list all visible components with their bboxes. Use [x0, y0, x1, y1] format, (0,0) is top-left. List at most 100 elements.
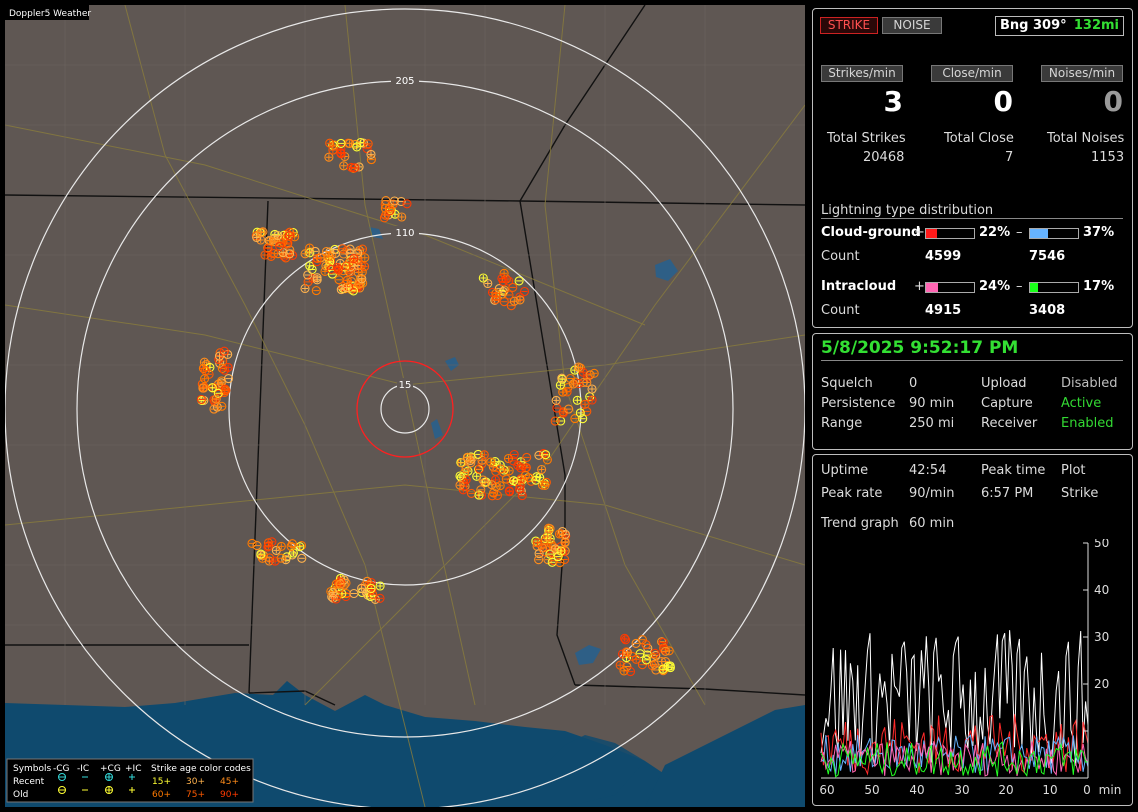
legend-age-30: 30+ [186, 777, 205, 787]
squelch-label: Squelch [821, 376, 873, 391]
ic-neg-count: 3408 [1029, 303, 1066, 318]
squelch-value: 0 [909, 376, 918, 391]
cg-neg-percent: 37% [1083, 225, 1115, 240]
persistence-label: Persistence [821, 396, 896, 411]
total-close-value: 7 [1005, 150, 1014, 165]
x-unit: min [1099, 783, 1122, 797]
receiver-value: Enabled [1061, 416, 1114, 431]
peak-rate-label: Peak rate [821, 486, 883, 501]
capture-value: Active [1061, 396, 1102, 411]
y-tick-30: 30 [1094, 630, 1109, 644]
ic-pos-bar [925, 282, 975, 293]
total-strikes-label: Total Strikes [827, 131, 906, 146]
distance-value: 132mi [1073, 18, 1119, 33]
cg-pos-percent: 22% [979, 225, 1011, 240]
x-tick-20: 20 [998, 783, 1013, 797]
cg-pos-fill [926, 229, 937, 238]
cg-count-label: Count [821, 249, 860, 264]
peak-time-value: 6:57 PM [981, 486, 1034, 501]
cg-neg-count: 7546 [1029, 249, 1066, 264]
receiver-label: Receiver [981, 416, 1038, 431]
cg-neg-bar [1029, 228, 1079, 239]
ring-label-205: 205 [395, 76, 414, 87]
peak-rate-value: 90/min [909, 486, 955, 501]
total-noises-value: 1153 [1091, 150, 1125, 165]
cloud-ground-label: Cloud-ground [821, 225, 921, 240]
x-tick-40: 40 [909, 783, 924, 797]
legend-age-15: 15+ [152, 777, 171, 787]
strike-button[interactable]: STRIKE [820, 17, 878, 34]
x-tick-60: 60 [819, 783, 834, 797]
x-tick-30: 30 [954, 783, 969, 797]
bearing-display: Bng 309° 132mi [995, 16, 1124, 36]
legend-pos-cg: +CG [100, 764, 121, 774]
range-label: Range [821, 416, 863, 431]
plot-value[interactable]: Strike [1061, 486, 1098, 501]
upload-value: Disabled [1061, 376, 1118, 391]
legend-row-old: Old [13, 790, 28, 800]
x-tick-0: 0 [1083, 783, 1091, 797]
plot-label: Plot [1061, 463, 1086, 478]
ic-pos-count: 4915 [925, 303, 962, 318]
legend-neg-ic: -IC [77, 764, 89, 774]
map-legend: Symbols -CG -IC +CG +IC Strike age color… [6, 758, 254, 803]
peak-time-label: Peak time [981, 463, 1046, 478]
uptime-label: Uptime [821, 463, 869, 478]
ic-count-label: Count [821, 303, 860, 318]
uptime-value: 42:54 [909, 463, 947, 478]
y-tick-50: 50 [1094, 539, 1109, 550]
total-strikes-value: 20468 [863, 150, 905, 165]
strikes-per-min-value: 3 [883, 85, 903, 118]
cg-neg-sign: – [1016, 225, 1023, 240]
x-tick-50: 50 [864, 783, 879, 797]
distribution-title: Lightning type distribution [821, 203, 994, 218]
ring-label-110: 110 [395, 228, 414, 239]
ic-neg-percent: 17% [1083, 279, 1115, 294]
window-title: Doppler5 Weather [9, 9, 91, 19]
legend-neg-cg: -CG [53, 764, 70, 774]
total-noises-label: Total Noises [1047, 131, 1125, 146]
legend-age-90: 90+ [220, 790, 239, 800]
legend-age-45: 45+ [220, 777, 239, 787]
bearing-value: Bng 309° [1000, 18, 1067, 33]
legend-row-recent: Recent [13, 777, 45, 787]
ring-label-15: 15 [399, 380, 412, 391]
noises-per-min-value: 0 [1103, 85, 1123, 118]
legend-pos-ic: +IC [125, 764, 141, 774]
legend-symbols: Symbols [13, 764, 52, 774]
cg-neg-fill [1030, 229, 1048, 238]
datetime-display: 5/8/2025 9:52:17 PM [821, 338, 1019, 358]
intracloud-label: Intracloud [821, 279, 897, 294]
ic-neg-sign: – [1016, 279, 1023, 294]
noise-button[interactable]: NOISE [882, 17, 942, 34]
trend-graph-span[interactable]: 60 min [909, 516, 954, 531]
noises-per-min-button[interactable]: Noises/min [1041, 65, 1123, 82]
close-per-min-value: 0 [993, 85, 1013, 118]
upload-label: Upload [981, 376, 1027, 391]
legend-age-60: 60+ [152, 790, 171, 800]
ic-pos-percent: 24% [979, 279, 1011, 294]
y-tick-20: 20 [1094, 677, 1109, 691]
ic-neg-bar [1029, 282, 1079, 293]
legend-age-title: Strike age color codes [151, 764, 251, 774]
x-tick-10: 10 [1042, 783, 1057, 797]
close-per-min-button[interactable]: Close/min [931, 65, 1013, 82]
y-tick-40: 40 [1094, 583, 1109, 597]
ic-pos-fill [926, 283, 938, 292]
counts-panel: STRIKE NOISE Bng 309° 132mi Strikes/min … [812, 8, 1133, 328]
trend-graph-label: Trend graph [821, 516, 899, 531]
legend-age-75: 75+ [186, 790, 205, 800]
cg-pos-count: 4599 [925, 249, 962, 264]
range-value: 250 mi [909, 416, 955, 431]
persistence-value: 90 min [909, 396, 955, 411]
total-close-label: Total Close [944, 131, 1014, 146]
strikes-per-min-button[interactable]: Strikes/min [821, 65, 903, 82]
trend-panel: Uptime 42:54 Peak time Plot Peak rate 90… [812, 454, 1133, 806]
cg-pos-sign: + [914, 225, 925, 240]
lightning-map[interactable]: 205 110 15 Symbols -CG -IC +CG +IC Strik… [5, 5, 805, 807]
ic-pos-sign: + [914, 279, 925, 294]
ic-neg-fill [1030, 283, 1039, 292]
trend-graph: 50 40 30 20 60 50 40 30 20 10 0 min [819, 539, 1122, 797]
capture-label: Capture [981, 396, 1033, 411]
cg-pos-bar [925, 228, 975, 239]
